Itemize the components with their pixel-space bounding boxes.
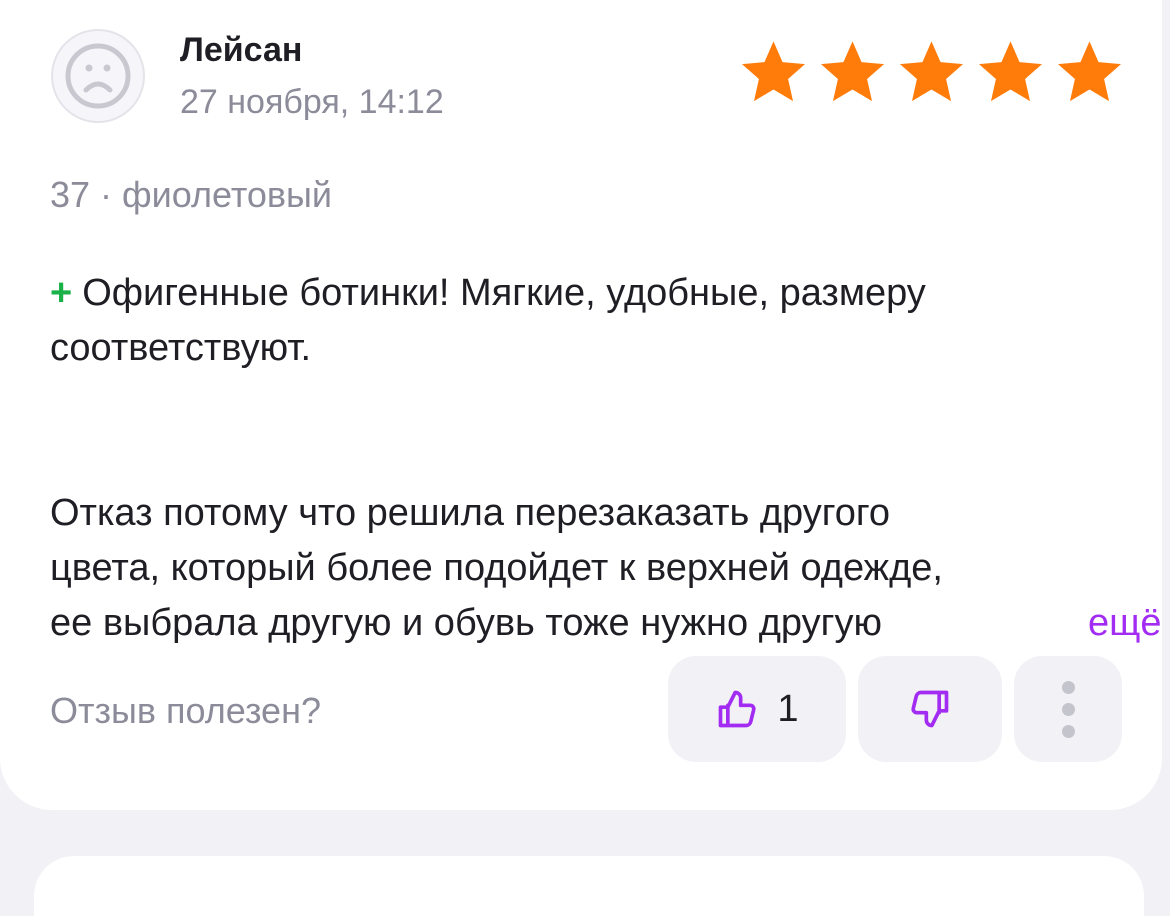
review-text-line: Отказ потому что решила перезаказать дру… <box>50 492 891 534</box>
pros-text: Офигенные ботинки! Мягкие, удобные, разм… <box>50 272 926 369</box>
helpful-question: Отзыв полезен? <box>50 690 321 731</box>
more-options-button[interactable] <box>1014 656 1122 762</box>
star-icon <box>979 41 1042 102</box>
review-author: Лейсан <box>180 31 303 69</box>
like-count: 1 <box>777 688 799 730</box>
rating-stars <box>738 37 1125 107</box>
star-icon <box>900 41 963 102</box>
star-icon <box>821 41 884 102</box>
review-text-line: ее выбрала другую и обувь тоже нужно дру… <box>50 602 882 644</box>
sad-face-avatar-icon <box>51 29 145 123</box>
plus-mark: + <box>50 272 73 314</box>
review-body: + Офигенные ботинки! Мягкие, удобные, раз… <box>50 266 1162 651</box>
review-card: Лейсан 27 ноября, 14:12 37 · фиолетовый … <box>0 0 1162 810</box>
thumbs-down-icon <box>911 690 949 728</box>
dislike-button[interactable] <box>858 656 1002 762</box>
review-pros: + Офигенные ботинки! Мягкие, удобные, раз… <box>50 266 1130 376</box>
like-button[interactable]: 1 <box>668 656 846 762</box>
review-text-line: цвета, который более подойдет к верхней … <box>50 547 943 589</box>
next-review-card <box>34 856 1144 916</box>
read-more-link[interactable]: ещё <box>1084 596 1162 651</box>
product-variant: 37 · фиолетовый <box>50 174 333 215</box>
thumbs-up-icon <box>719 690 757 728</box>
review-date: 27 ноября, 14:12 <box>180 83 444 121</box>
review-text-line-truncated: ее выбрала другую и обувь тоже нужно дру… <box>50 596 1162 651</box>
more-vertical-icon <box>1061 680 1075 738</box>
star-icon <box>1058 41 1121 102</box>
star-icon <box>742 41 805 102</box>
text-fade <box>912 596 1072 651</box>
